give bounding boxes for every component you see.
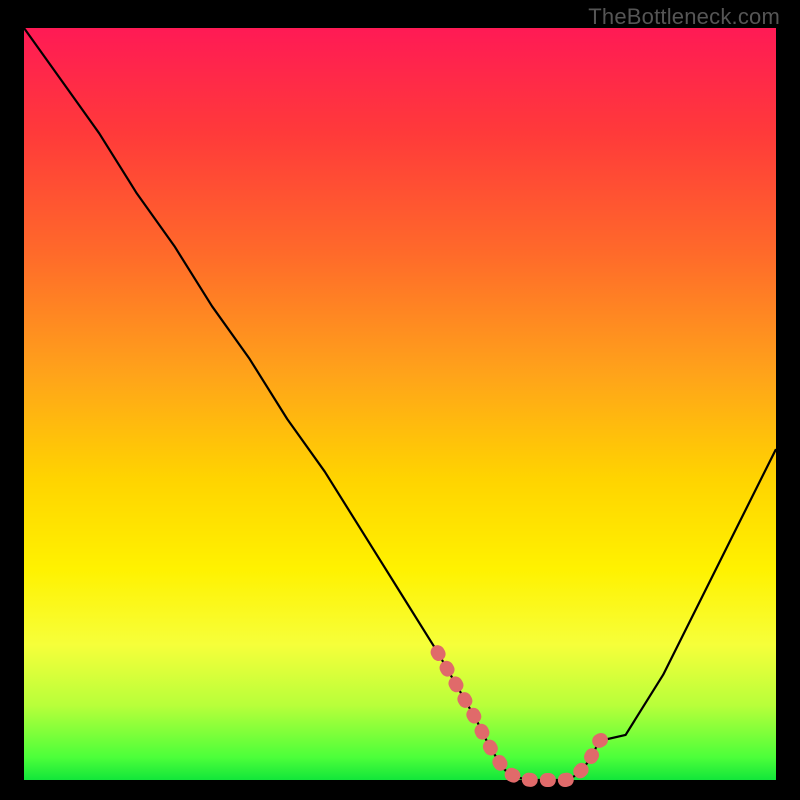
curve-highlight	[438, 652, 611, 780]
bottleneck-curve	[24, 28, 776, 780]
curve-line	[24, 28, 776, 780]
plot-area	[24, 28, 776, 780]
watermark-text: TheBottleneck.com	[588, 4, 780, 30]
chart-frame: TheBottleneck.com	[0, 0, 800, 800]
